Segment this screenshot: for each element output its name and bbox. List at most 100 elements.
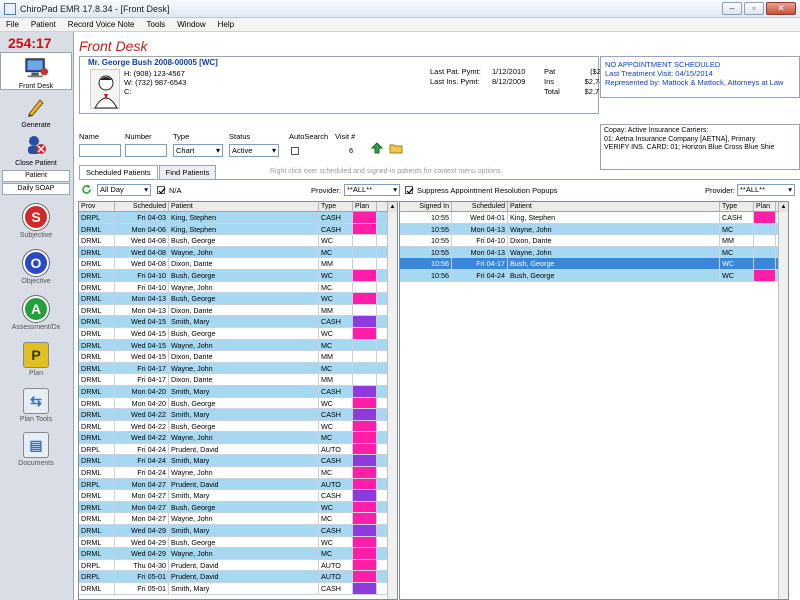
scroll-up-button[interactable]: ▲ bbox=[778, 202, 788, 212]
table-row[interactable]: 10:55 Mon 04-13 Wayne, John MC bbox=[400, 246, 788, 259]
table-row[interactable]: 10:55 Wed 04-01 King, Stephen CASH bbox=[400, 212, 788, 224]
plan-indicator bbox=[353, 443, 377, 455]
folder-icon[interactable] bbox=[389, 142, 403, 156]
scrollbar[interactable] bbox=[387, 212, 397, 599]
table-cell: MM bbox=[319, 258, 353, 269]
table-row[interactable]: DRML Wed 04-08 Bush, George WC bbox=[79, 235, 397, 247]
minimize-button[interactable]: – bbox=[722, 2, 742, 15]
range-select[interactable]: All Day bbox=[97, 184, 151, 196]
patient-name[interactable]: Mr. George Bush 2008-00005 [WC] bbox=[88, 58, 218, 67]
objective-button[interactable]: O Objective bbox=[0, 250, 72, 285]
plan-indicator bbox=[754, 258, 776, 269]
table-row[interactable]: DRML Fri 04-17 Wayne, John MC bbox=[79, 362, 397, 375]
maximize-button[interactable]: ▫ bbox=[744, 2, 764, 15]
table-cell: MC bbox=[319, 548, 353, 559]
table-row[interactable]: DRML Wed 04-15 Bush, George WC bbox=[79, 327, 397, 340]
table-row[interactable]: DRML Mon 04-06 King, Stephen CASH bbox=[79, 223, 397, 236]
table-cell: DRML bbox=[79, 455, 115, 467]
table-row[interactable]: DRML Fri 04-24 Wayne, John MC bbox=[79, 467, 397, 479]
menu-window[interactable]: Window bbox=[171, 18, 211, 31]
table-row[interactable]: DRML Wed 04-29 Bush, George WC bbox=[79, 536, 397, 549]
table-cell: Bush, George bbox=[508, 258, 720, 269]
type-select[interactable]: Chart bbox=[173, 144, 223, 157]
table-row[interactable]: DRPL Fri 05-01 Prudent, David AUTO bbox=[79, 571, 397, 583]
table-cell: Fri 04-10 bbox=[115, 281, 169, 293]
table-row[interactable]: DRML Mon 04-13 Dixon, Dante MM bbox=[79, 304, 397, 317]
number-input[interactable] bbox=[125, 144, 167, 157]
plan-indicator bbox=[353, 420, 377, 432]
assessment-button[interactable]: A Assessment/Dx bbox=[0, 296, 72, 331]
tab-daily-soap[interactable]: Daily SOAP bbox=[2, 183, 70, 195]
table-cell: MC bbox=[319, 467, 353, 478]
table-row[interactable]: 10:55 Fri 04-10 Dixon, Dante MM bbox=[400, 235, 788, 247]
plan-button[interactable]: P Plan bbox=[0, 342, 72, 377]
table-cell: CASH bbox=[319, 583, 353, 594]
front-desk-button[interactable]: Front Desk bbox=[0, 52, 72, 90]
table-row[interactable]: DRML Mon 04-27 Smith, Mary CASH bbox=[79, 490, 397, 502]
table-row[interactable]: DRML Wed 04-15 Smith, Mary CASH bbox=[79, 316, 397, 328]
name-input[interactable] bbox=[79, 144, 121, 157]
table-row[interactable]: DRML Mon 04-27 Wayne, John MC bbox=[79, 513, 397, 526]
table-row[interactable]: DRML Mon 04-27 Bush, George WC bbox=[79, 501, 397, 514]
tab-scheduled-patients[interactable]: Scheduled Patients bbox=[79, 165, 158, 179]
table-row[interactable]: DRPL Mon 04-27 Prudent, David AUTO bbox=[79, 478, 397, 491]
table-row[interactable]: DRML Wed 04-08 Wayne, John MC bbox=[79, 246, 397, 259]
table-row[interactable]: DRML Fri 04-10 Wayne, John MC bbox=[79, 281, 397, 294]
table-cell: Mon 04-06 bbox=[115, 223, 169, 235]
table-cell: Fri 04-24 bbox=[115, 467, 169, 478]
tab-find-patients[interactable]: Find Patients bbox=[158, 165, 217, 179]
table-cell: Wed 04-15 bbox=[115, 351, 169, 362]
table-row[interactable]: DRML Wed 04-29 Wayne, John MC bbox=[79, 548, 397, 560]
table-row[interactable]: DRML Wed 04-29 Smith, Mary CASH bbox=[79, 525, 397, 537]
table-cell: Wed 04-22 bbox=[115, 409, 169, 420]
table-row[interactable]: DRML Wed 04-15 Wayne, John MC bbox=[79, 339, 397, 352]
menu-tools[interactable]: Tools bbox=[141, 18, 172, 31]
plan-indicator bbox=[353, 246, 377, 258]
menu-help[interactable]: Help bbox=[212, 18, 240, 31]
close-button[interactable]: ✕ bbox=[766, 2, 796, 15]
provider-select-right[interactable]: **ALL** bbox=[737, 184, 795, 196]
table-row[interactable]: 10:56 Fri 04-17 Bush, George WC bbox=[400, 258, 788, 270]
table-row[interactable]: 10:55 Mon 04-13 Wayne, John MC bbox=[400, 223, 788, 236]
table-row[interactable]: DRPL Thu 04-30 Prudent, David AUTO bbox=[79, 559, 397, 572]
up-arrow-icon[interactable] bbox=[370, 142, 384, 156]
menu-record-voice-note[interactable]: Record Voice Note bbox=[62, 18, 141, 31]
table-row[interactable]: DRML Mon 04-20 Smith, Mary CASH bbox=[79, 385, 397, 398]
table-row[interactable]: DRML Fri 04-10 Bush, George WC bbox=[79, 269, 397, 282]
tab-patient[interactable]: Patient bbox=[2, 170, 70, 182]
scrollbar[interactable] bbox=[778, 212, 788, 599]
table-row[interactable]: 10:56 Fri 04-24 Bush, George WC bbox=[400, 269, 788, 282]
table-row[interactable]: DRML Fri 04-24 Smith, Mary CASH bbox=[79, 455, 397, 468]
autosearch-checkbox[interactable] bbox=[291, 147, 299, 155]
table-row[interactable]: DRML Fri 04-17 Dixon, Dante MM bbox=[79, 374, 397, 386]
refresh-icon[interactable] bbox=[81, 184, 92, 197]
table-cell: DRPL bbox=[79, 559, 115, 571]
table-cell: Wed 04-01 bbox=[452, 212, 508, 223]
generate-button[interactable]: Generate bbox=[0, 94, 72, 129]
table-row[interactable]: DRML Wed 04-22 Wayne, John MC bbox=[79, 432, 397, 444]
documents-button[interactable]: ▤ Documents bbox=[0, 432, 72, 467]
close-patient-button[interactable]: Close Patient bbox=[0, 132, 72, 167]
menu-patient[interactable]: Patient bbox=[25, 18, 62, 31]
table-row[interactable]: DRML Wed 04-22 Bush, George WC bbox=[79, 420, 397, 433]
scroll-up-button[interactable]: ▲ bbox=[387, 202, 397, 212]
menu-file[interactable]: File bbox=[0, 18, 25, 31]
subjective-button[interactable]: S Subjective bbox=[0, 204, 72, 239]
table-row[interactable]: DRML Wed 04-22 Smith, Mary CASH bbox=[79, 409, 397, 421]
table-cell: Dixon, Dante bbox=[169, 374, 319, 385]
status-select[interactable]: Active bbox=[229, 144, 279, 157]
table-row[interactable]: DRPL Fri 04-24 Prudent, David AUTO bbox=[79, 443, 397, 456]
plan-tools-button[interactable]: ⇆ Plan Tools bbox=[0, 388, 72, 423]
table-row[interactable]: DRML Mon 04-20 Bush, George WC bbox=[79, 397, 397, 410]
table-row[interactable]: DRML Mon 04-13 Bush, George WC bbox=[79, 293, 397, 305]
table-row[interactable]: DRML Wed 04-08 Dixon, Dante MM bbox=[79, 258, 397, 270]
front-desk-icon bbox=[23, 55, 49, 81]
table-row[interactable]: DRML Wed 04-15 Dixon, Dante MM bbox=[79, 351, 397, 363]
suppress-checkbox[interactable] bbox=[405, 186, 414, 194]
table-row[interactable]: DRML Fri 05-01 Smith, Mary CASH bbox=[79, 583, 397, 595]
na-checkbox[interactable] bbox=[157, 186, 166, 194]
table-cell: DRML bbox=[79, 385, 115, 397]
plan-indicator bbox=[353, 455, 377, 467]
provider-select-left[interactable]: **ALL** bbox=[344, 184, 400, 196]
table-row[interactable]: DRPL Fri 04-03 King, Stephen CASH bbox=[79, 212, 397, 224]
